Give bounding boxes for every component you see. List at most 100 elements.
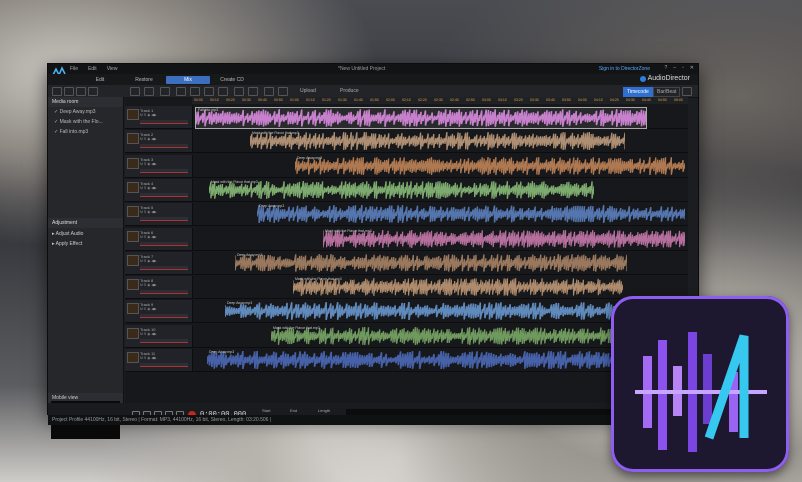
copy-icon[interactable] [190,87,200,96]
add-track-icon[interactable] [130,87,140,96]
audio-clip[interactable]: Fall into.mp3 [195,107,647,129]
track-volume-slider[interactable] [140,338,188,343]
cloud-icon[interactable] [88,87,98,96]
window-controls: ? – ▫ ✕ [664,65,694,71]
audio-clip[interactable]: Mask with the Flavor that.mp3 [271,326,646,346]
menu-view[interactable]: View [107,66,118,72]
audio-clip[interactable]: Mask with the Flavor that.mp3 [250,131,625,151]
track-volume-slider[interactable] [140,314,188,319]
ruler-tick: 03:10 [498,98,507,102]
track-header[interactable]: Track 8M S ◉ ◀▶ [125,276,193,299]
maximize-icon[interactable]: ▫ [682,65,684,71]
track-header[interactable]: Track 2M S ◉ ◀▶ [125,130,193,153]
track-volume-slider[interactable] [140,241,188,246]
track-volume-slider[interactable] [140,265,188,270]
media-item[interactable]: Fall into.mp3 [48,127,123,137]
track-row[interactable]: Track 4M S ◉ ◀▶ Mask with the Flavor that… [125,178,688,202]
track-header[interactable]: Track 7M S ◉ ◀▶ [125,251,193,274]
track-row[interactable]: Track 11 M S ◉ ◀▶ Deep Away.mp3 [125,349,688,372]
track-header[interactable]: Track 11 M S ◉ ◀▶ [125,349,193,371]
ruler-tick: 03:40 [546,98,555,102]
track-row[interactable]: Track 1M S ◉ ◀▶ Fall into.mp3 [125,106,688,129]
tab-create-cd[interactable]: Create CD [210,76,254,84]
track-controls[interactable]: M S ◉ ◀▶ [140,113,157,117]
trim-icon[interactable] [248,87,258,96]
layout-icon[interactable] [682,87,692,96]
track-row[interactable]: Track 9M S ◉ ◀▶ Deep Away.mp3 [125,300,688,324]
track-row[interactable]: Track 3M S ◉ ◀▶ Deep Away.mp3 [125,154,688,178]
track-controls[interactable]: M S ◉ ◀▶ [140,210,157,214]
ruler-tick: 00:50 [274,98,283,102]
track-row[interactable]: Track 10 M S ◉ ◀▶ Mask with the Flavor tha… [125,324,688,348]
video-icon[interactable] [64,87,74,96]
ruler-tick: 00:30 [242,98,251,102]
media-item[interactable]: Mask with the Flo... [48,117,123,127]
undo-icon[interactable] [264,87,274,96]
apply-effect-item[interactable]: ▸ Apply Effect [52,241,82,247]
delete-icon[interactable] [218,87,228,96]
tab-bar-beat[interactable]: Bar/Beat [653,87,681,97]
track-controls[interactable]: M S ◉ ◀▶ [140,235,157,239]
upload-button[interactable]: Upload [300,88,316,94]
tab-mix[interactable]: Mix [166,76,210,84]
audio-clip[interactable]: Deep Away.mp3 [295,156,685,176]
brand-icon [639,75,646,82]
track-header[interactable]: Track 10 M S ◉ ◀▶ [125,324,193,347]
record-icon[interactable] [76,87,86,96]
help-icon[interactable]: ? [664,65,667,71]
insert-icon[interactable] [160,87,170,96]
track-controls[interactable]: M S ◉ ◀▶ [140,137,157,141]
audio-clip[interactable]: Deep Away.mp3 [235,253,627,273]
timeline-ruler[interactable]: 00:00 00:10 00:20 00:30 00:40 00:50 01:00 01:10… [192,97,688,104]
adjust-audio-item[interactable]: ▸ Adjust Audio [52,231,83,237]
track-volume-slider[interactable] [140,192,188,197]
track-volume-slider[interactable] [140,363,188,367]
track-row[interactable]: Track 2M S ◉ ◀▶ Mask with the Flavor that… [125,130,688,154]
track-controls[interactable]: M S ◉ ◀▶ [140,186,157,190]
track-controls[interactable]: M S ◉ ◀▶ [140,259,157,263]
track-volume-slider[interactable] [140,144,188,149]
track-controls[interactable]: M S ◉ ◀▶ [140,332,157,336]
track-controls[interactable]: M S ◉ ◀▶ [140,307,157,311]
tab-edit[interactable]: Edit [78,76,122,84]
split-icon[interactable] [234,87,244,96]
tab-restore[interactable]: Restore [122,76,166,84]
media-item[interactable]: Deep Away.mp3 [48,107,123,117]
track-header[interactable]: Track 5M S ◉ ◀▶ [125,203,193,226]
import-icon[interactable] [52,87,62,96]
track-volume-slider[interactable] [140,120,188,124]
track-controls[interactable]: M S ◉ ◀▶ [140,162,157,166]
paste-icon[interactable] [204,87,214,96]
title-bar: File Edit View *New Untitled Project Sig… [48,64,698,77]
track-row[interactable]: Track 5M S ◉ ◀▶ Deep Away.mp3 [125,203,688,227]
track-volume-slider[interactable] [140,290,188,295]
close-icon[interactable]: ✕ [690,65,694,71]
sign-in-link[interactable]: Sign in to DirectorZone [599,66,650,72]
produce-button[interactable]: Produce [340,88,359,94]
mode-bar: Edit Restore Mix Create CD AudioDirector [48,74,698,85]
track-header[interactable]: Track 4M S ◉ ◀▶ [125,178,193,201]
track-header[interactable]: Track 1M S ◉ ◀▶ [125,106,193,128]
audio-clip[interactable]: Mask with the Flavor that.mp3 [323,229,685,249]
menu-file[interactable]: File [70,66,78,72]
track-header[interactable]: Track 9M S ◉ ◀▶ [125,300,193,323]
minimize-icon[interactable]: – [673,65,676,71]
audio-clip[interactable]: Mask with the Flavor that.mp3 [209,180,594,200]
track-row[interactable]: Track 6M S ◉ ◀▶ Mask with the Flavor that… [125,227,688,251]
audio-clip[interactable]: Mask with the Flavor that.mp3 [293,277,623,297]
track-row[interactable]: Track 8M S ◉ ◀▶ Mask with the Flavor that… [125,276,688,300]
track-controls[interactable]: M S ◉ ◀▶ [140,356,157,360]
end-label: End [290,408,298,413]
tab-timecode[interactable]: Timecode [623,87,653,97]
audio-clip[interactable]: Deep Away.mp3 [257,204,685,224]
track-controls[interactable]: M S ◉ ◀▶ [140,283,157,287]
mix-icon[interactable] [144,87,154,96]
track-header[interactable]: Track 6M S ◉ ◀▶ [125,227,193,250]
redo-icon[interactable] [278,87,288,96]
menu-edit[interactable]: Edit [88,66,97,72]
track-volume-slider[interactable] [140,217,188,222]
track-row[interactable]: Track 7M S ◉ ◀▶ Deep Away.mp3 [125,251,688,275]
cut-icon[interactable] [176,87,186,96]
track-header[interactable]: Track 3M S ◉ ◀▶ [125,154,193,177]
track-volume-slider[interactable] [140,168,188,173]
